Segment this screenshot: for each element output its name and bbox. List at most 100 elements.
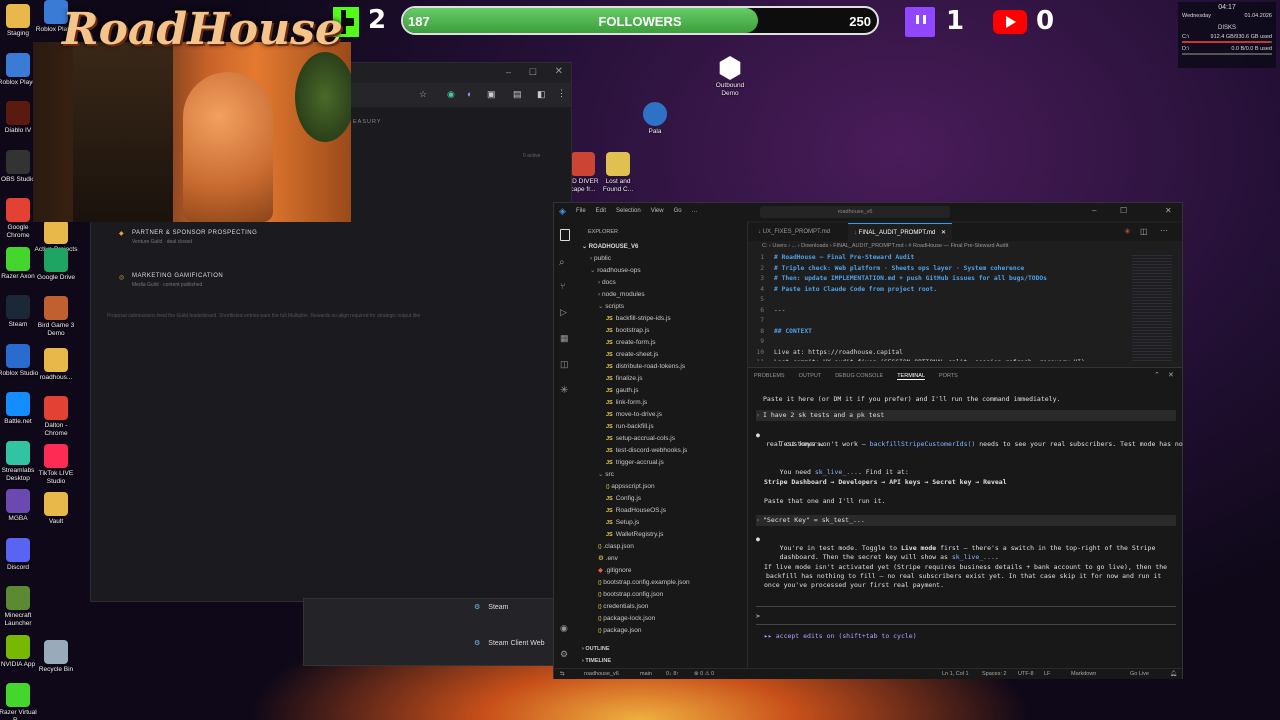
panel-tab-problems[interactable]: PROBLEMS: [754, 373, 785, 380]
tree-item[interactable]: {} .clasp.json: [576, 541, 747, 553]
tree-item[interactable]: ◆ .gitignore: [576, 565, 747, 577]
desktop-icon-pala[interactable]: Pala: [633, 102, 677, 136]
panel-tab-debug-console[interactable]: DEBUG CONSOLE: [835, 373, 883, 380]
status-sync[interactable]: 0↓ 8↑: [666, 669, 679, 679]
tree-item[interactable]: ⌄ scripts: [576, 301, 747, 313]
tree-item[interactable]: JS move-to-drive.js: [576, 409, 747, 421]
terminal-prompt[interactable]: >: [756, 612, 760, 621]
close-panel-icon[interactable]: ✕: [1168, 371, 1174, 379]
extension-icon-3[interactable]: ▣: [487, 89, 496, 100]
tab-ux-fixes[interactable]: ↓ UX_FIXES_PROMPT.md: [752, 223, 836, 241]
tree-item[interactable]: JS gauth.js: [576, 385, 747, 397]
tree-item[interactable]: {} bootstrap.config.example.json: [576, 577, 747, 589]
tree-item[interactable]: › node_modules: [576, 289, 747, 301]
tree-item[interactable]: JS link-form.js: [576, 397, 747, 409]
star-icon[interactable]: ☆: [419, 89, 427, 100]
panel-tab-ports[interactable]: PORTS: [939, 373, 958, 380]
explorer-root[interactable]: ⌄ ROADHOUSE_V6: [582, 243, 638, 250]
tree-item[interactable]: JS RoadHouseOS.js: [576, 505, 747, 517]
source-control-icon[interactable]: ⑂: [560, 281, 565, 291]
tree-item[interactable]: {} appsscript.json: [576, 481, 747, 493]
tree-item[interactable]: JS run-backfill.js: [576, 421, 747, 433]
menu-go[interactable]: Go: [674, 208, 682, 214]
desktop-icon-dalton-chrome[interactable]: Dalton - Chrome: [34, 396, 78, 438]
status-branch[interactable]: main: [640, 669, 652, 679]
menu-more[interactable]: …: [692, 208, 698, 214]
tree-item[interactable]: JS create-sheet.js: [576, 349, 747, 361]
tree-item[interactable]: JS backfill-stripe-ids.js: [576, 313, 747, 325]
minimize-button[interactable]: –: [506, 67, 511, 77]
win-close[interactable]: ✕: [1165, 206, 1172, 215]
tree-item[interactable]: JS test-discord-webhooks.js: [576, 445, 747, 457]
close-tab-icon[interactable]: ✕: [941, 230, 946, 236]
desktop-icon-recycle-bin[interactable]: Recycle Bin: [34, 640, 78, 674]
menu-file[interactable]: File: [576, 208, 586, 214]
tree-item[interactable]: JS trigger-accrual.js: [576, 457, 747, 469]
desktop-icon-bird-game-3-demo[interactable]: Bird Game 3 Demo: [34, 296, 78, 338]
claude-tab-icon[interactable]: ✳: [1124, 227, 1131, 236]
terminal-body[interactable]: Paste it here (or DM it if you prefer) a…: [756, 386, 1183, 666]
desktop-icon-razer-virtual-r[interactable]: Razer Virtual R...: [0, 683, 40, 720]
tree-item[interactable]: {} package-lock.json: [576, 613, 747, 625]
editor-content[interactable]: 1 # RoadHouse — Final Pre-Steward Audit 2 #…: [748, 253, 1128, 361]
outline-section[interactable]: › OUTLINE: [582, 646, 610, 652]
tree-item[interactable]: JS WalletRegistry.js: [576, 529, 747, 541]
menu-edit[interactable]: Edit: [596, 208, 606, 214]
more-actions-icon[interactable]: ⋯: [1160, 226, 1168, 235]
tree-item[interactable]: {} credentials.json: [576, 601, 747, 613]
desktop-icon-google-drive[interactable]: Google Drive: [34, 248, 78, 282]
tree-item[interactable]: JS bootstrap.js: [576, 325, 747, 337]
command-center[interactable]: roadhouse_v6: [760, 206, 950, 218]
tree-item[interactable]: › public: [576, 253, 747, 265]
desktop-icon-minecraft-launcher[interactable]: Minecraft Launcher: [0, 586, 40, 628]
win-minimize[interactable]: –: [1092, 206, 1096, 215]
status-go-live[interactable]: Go Live: [1130, 669, 1149, 679]
tree-item[interactable]: ⌄ src: [576, 469, 747, 481]
menu-icon[interactable]: ⋮: [557, 88, 566, 99]
extension-icon-1[interactable]: ◉: [447, 89, 455, 100]
status-language[interactable]: Markdown: [1071, 669, 1096, 679]
extensions-icon[interactable]: ▦: [560, 333, 569, 344]
desktop-icon-lost-found[interactable]: Lost and Found C...: [596, 152, 640, 194]
menu-view[interactable]: View: [651, 208, 664, 214]
menu-selection[interactable]: Selection: [616, 208, 641, 214]
bell-icon[interactable]: 🔔︎: [1170, 669, 1177, 679]
status-spaces[interactable]: Spaces: 2: [982, 669, 1006, 679]
win-maximize[interactable]: ☐: [1120, 206, 1127, 215]
status-encoding[interactable]: UTF-8: [1018, 669, 1034, 679]
desktop-icon-discord[interactable]: Discord: [0, 537, 40, 572]
tree-item[interactable]: JS setup-accrual-cols.js: [576, 433, 747, 445]
tree-item[interactable]: JS finalize.js: [576, 373, 747, 385]
remote-status-icon[interactable]: ⇆: [560, 669, 565, 679]
explorer-icon[interactable]: [560, 229, 570, 241]
close-button[interactable]: ✕: [555, 66, 563, 77]
settings-gear-icon[interactable]: ⚙: [560, 649, 568, 660]
search-icon[interactable]: ⌕: [559, 257, 565, 268]
status-problems[interactable]: ⊗ 0 ⚠ 0: [694, 669, 714, 679]
panel-tab-terminal[interactable]: TERMINAL: [897, 373, 925, 380]
status-position[interactable]: Ln 1, Col 1: [942, 669, 969, 679]
split-editor-icon[interactable]: ◫: [1140, 227, 1148, 236]
item-marketing[interactable]: ◎ MARKETING GAMIFICATION Media Guild · c…: [117, 272, 547, 298]
extension-icon-2[interactable]: ◐: [467, 89, 472, 99]
tree-item[interactable]: JS create-form.js: [576, 337, 747, 349]
timeline-section[interactable]: › TIMELINE: [582, 658, 611, 664]
desktop-icon-vault[interactable]: Vault: [34, 492, 78, 526]
status-eol[interactable]: LF: [1044, 669, 1050, 679]
desktop-icon-outbound[interactable]: Outbound Demo: [708, 56, 752, 98]
popup-item-steam[interactable]: ⚙ Steam: [474, 603, 509, 611]
tree-item[interactable]: ⚙ .env: [576, 553, 747, 565]
tree-item[interactable]: JS distribute-road-tokens.js: [576, 361, 747, 373]
tree-item[interactable]: JS Config.js: [576, 493, 747, 505]
status-repo[interactable]: roadhouse_v6: [584, 669, 619, 679]
tree-item[interactable]: ⌄ roadhouse-ops: [576, 265, 747, 277]
desktop-icon-tiktok-live-studio[interactable]: TikTok LIVE Studio: [34, 444, 78, 486]
tree-item[interactable]: {} package.json: [576, 625, 747, 637]
panel-tab-output[interactable]: OUTPUT: [799, 373, 822, 380]
item-partner[interactable]: ◆ PARTNER & SPONSOR PROSPECTING Venture …: [117, 229, 547, 255]
tree-item[interactable]: › docs: [576, 277, 747, 289]
extension-icon-4[interactable]: ▤: [513, 89, 522, 100]
claude-icon[interactable]: ✳: [560, 385, 568, 396]
desktop-icon-roadhous[interactable]: roadhous...: [34, 348, 78, 382]
maximize-panel-icon[interactable]: ⌃: [1154, 371, 1160, 379]
